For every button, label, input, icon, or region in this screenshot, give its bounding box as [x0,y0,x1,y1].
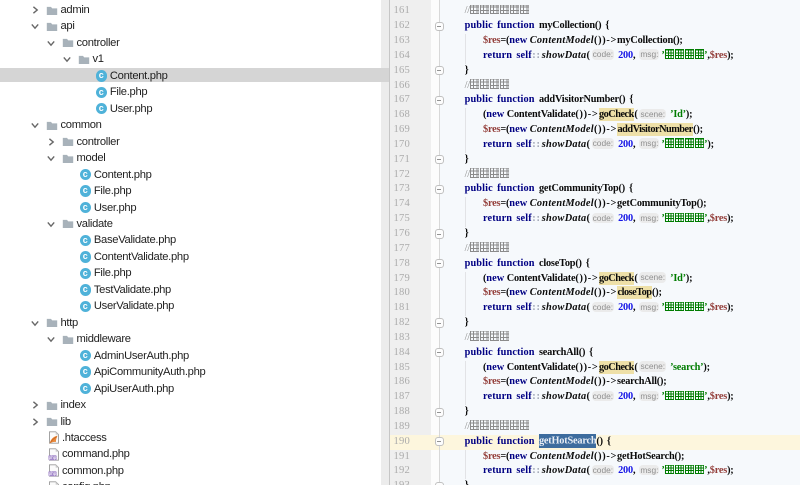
svg-text:php: php [48,472,56,477]
svg-text:php: php [48,455,56,460]
